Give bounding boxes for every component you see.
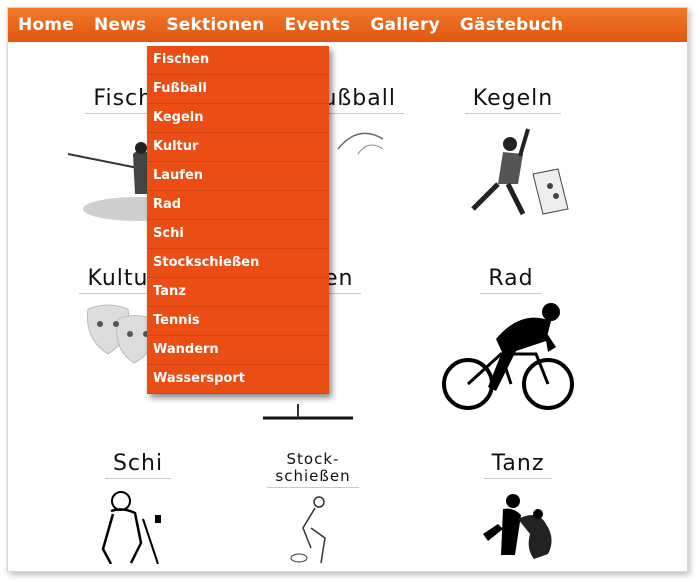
page-frame: Home News Sektionen Events Gallery Gäste… — [7, 7, 688, 572]
dropdown-item-wandern[interactable]: Wandern — [147, 336, 329, 365]
bowling-illustration — [471, 128, 569, 216]
dropdown-item-fussball[interactable]: Fußball — [147, 75, 329, 104]
tile-label-tanz: Tanz — [483, 451, 553, 479]
cyclist-illustration — [442, 303, 574, 410]
tile-label-stock-line1: Stock- — [286, 450, 340, 468]
tile-kegeln[interactable]: Kegeln — [448, 86, 578, 229]
dancing-couple-illustration — [483, 494, 552, 559]
nav-news[interactable]: News — [94, 15, 146, 35]
tile-label-stockschiessen: Stock- schießen — [267, 450, 359, 488]
tile-label-rad: Rad — [480, 266, 542, 294]
nav-home[interactable]: Home — [18, 15, 74, 35]
dropdown-item-tanz[interactable]: Tanz — [147, 278, 329, 307]
curling-illustration — [290, 496, 326, 564]
nav-gaestebuch[interactable]: Gästebuch — [460, 15, 563, 35]
dropdown-item-fischen[interactable]: Fischen — [147, 46, 329, 75]
dropdown-item-laufen[interactable]: Laufen — [147, 162, 329, 191]
dropdown-item-wassersport[interactable]: Wassersport — [147, 365, 329, 394]
tile-label-kegeln: Kegeln — [464, 86, 562, 114]
ski-illustration — [101, 491, 161, 564]
tile-tanz[interactable]: Tanz — [458, 451, 578, 564]
tile-schi[interactable]: Schi — [83, 451, 193, 564]
tile-label-stock-line2: schießen — [275, 467, 351, 485]
tile-rad[interactable]: Rad — [436, 266, 586, 419]
sektionen-dropdown: Fischen Fußball Kegeln Kultur Laufen Rad… — [147, 46, 329, 394]
dropdown-item-tennis[interactable]: Tennis — [147, 307, 329, 336]
main-navbar: Home News Sektionen Events Gallery Gäste… — [8, 8, 687, 42]
dropdown-item-stockschiessen[interactable]: Stockschießen — [147, 249, 329, 278]
dropdown-item-kegeln[interactable]: Kegeln — [147, 104, 329, 133]
tile-stockschiessen[interactable]: Stock- schießen — [253, 451, 373, 568]
nav-gallery[interactable]: Gallery — [370, 15, 439, 35]
nav-sektionen[interactable]: Sektionen — [166, 15, 264, 35]
dropdown-item-schi[interactable]: Schi — [147, 220, 329, 249]
dropdown-item-rad[interactable]: Rad — [147, 191, 329, 220]
tile-label-schi: Schi — [104, 451, 172, 479]
dropdown-item-kultur[interactable]: Kultur — [147, 133, 329, 162]
nav-events[interactable]: Events — [285, 15, 351, 35]
